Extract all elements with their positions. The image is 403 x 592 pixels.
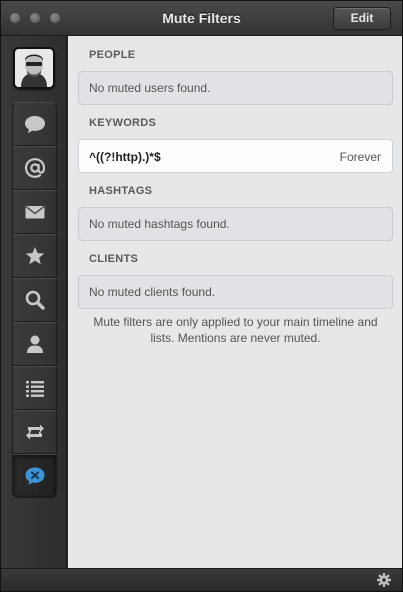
speech-bubble-icon (24, 116, 45, 133)
person-icon (26, 335, 43, 353)
star-icon (25, 247, 44, 265)
envelope-icon (25, 206, 44, 219)
clients-empty-box: No muted clients found. (78, 275, 393, 309)
sidebar-item-retweets[interactable] (12, 410, 57, 454)
sidebar-item-timeline[interactable] (12, 102, 57, 146)
sidebar-item-search[interactable] (12, 278, 57, 322)
magnifier-icon (25, 290, 45, 310)
app-window: Mute Filters Edit PEOPLE No muted users … (0, 0, 403, 592)
keyword-row[interactable]: ^((?!http).)*$ Forever (78, 139, 393, 173)
title-bar[interactable]: Mute Filters Edit (1, 1, 402, 36)
avatar[interactable] (13, 47, 55, 89)
at-sign-icon (24, 158, 45, 178)
people-header: PEOPLE (89, 49, 136, 61)
hashtags-empty-box: No muted hashtags found. (78, 207, 393, 241)
status-bar (1, 568, 402, 591)
retweet-icon (25, 424, 44, 440)
mute-bubble-icon (25, 467, 44, 485)
sidebar-item-messages[interactable] (12, 190, 57, 234)
keyword-pattern: ^((?!http).)*$ (89, 150, 161, 164)
clients-header: CLIENTS (89, 253, 139, 265)
keyword-duration: Forever (339, 150, 381, 164)
sidebar-item-favorites[interactable] (12, 234, 57, 278)
nav-stack (12, 102, 57, 498)
sidebar-item-mute-filters[interactable] (12, 454, 57, 498)
mute-filters-note: Mute filters are only applied to your ma… (93, 315, 378, 345)
hashtags-header: HASHTAGS (89, 185, 153, 197)
list-icon (25, 381, 44, 397)
edit-button[interactable]: Edit (333, 7, 391, 30)
sidebar-item-mentions[interactable] (12, 146, 57, 190)
user-avatar-image (15, 49, 53, 87)
mute-filters-panel: PEOPLE No muted users found. KEYWORDS ^(… (68, 36, 402, 568)
keywords-header: KEYWORDS (89, 117, 157, 129)
sidebar-item-profile[interactable] (12, 322, 57, 366)
gear-icon[interactable] (376, 572, 392, 588)
sidebar-item-lists[interactable] (12, 366, 57, 410)
sidebar (1, 36, 67, 568)
people-empty-box: No muted users found. (78, 71, 393, 105)
